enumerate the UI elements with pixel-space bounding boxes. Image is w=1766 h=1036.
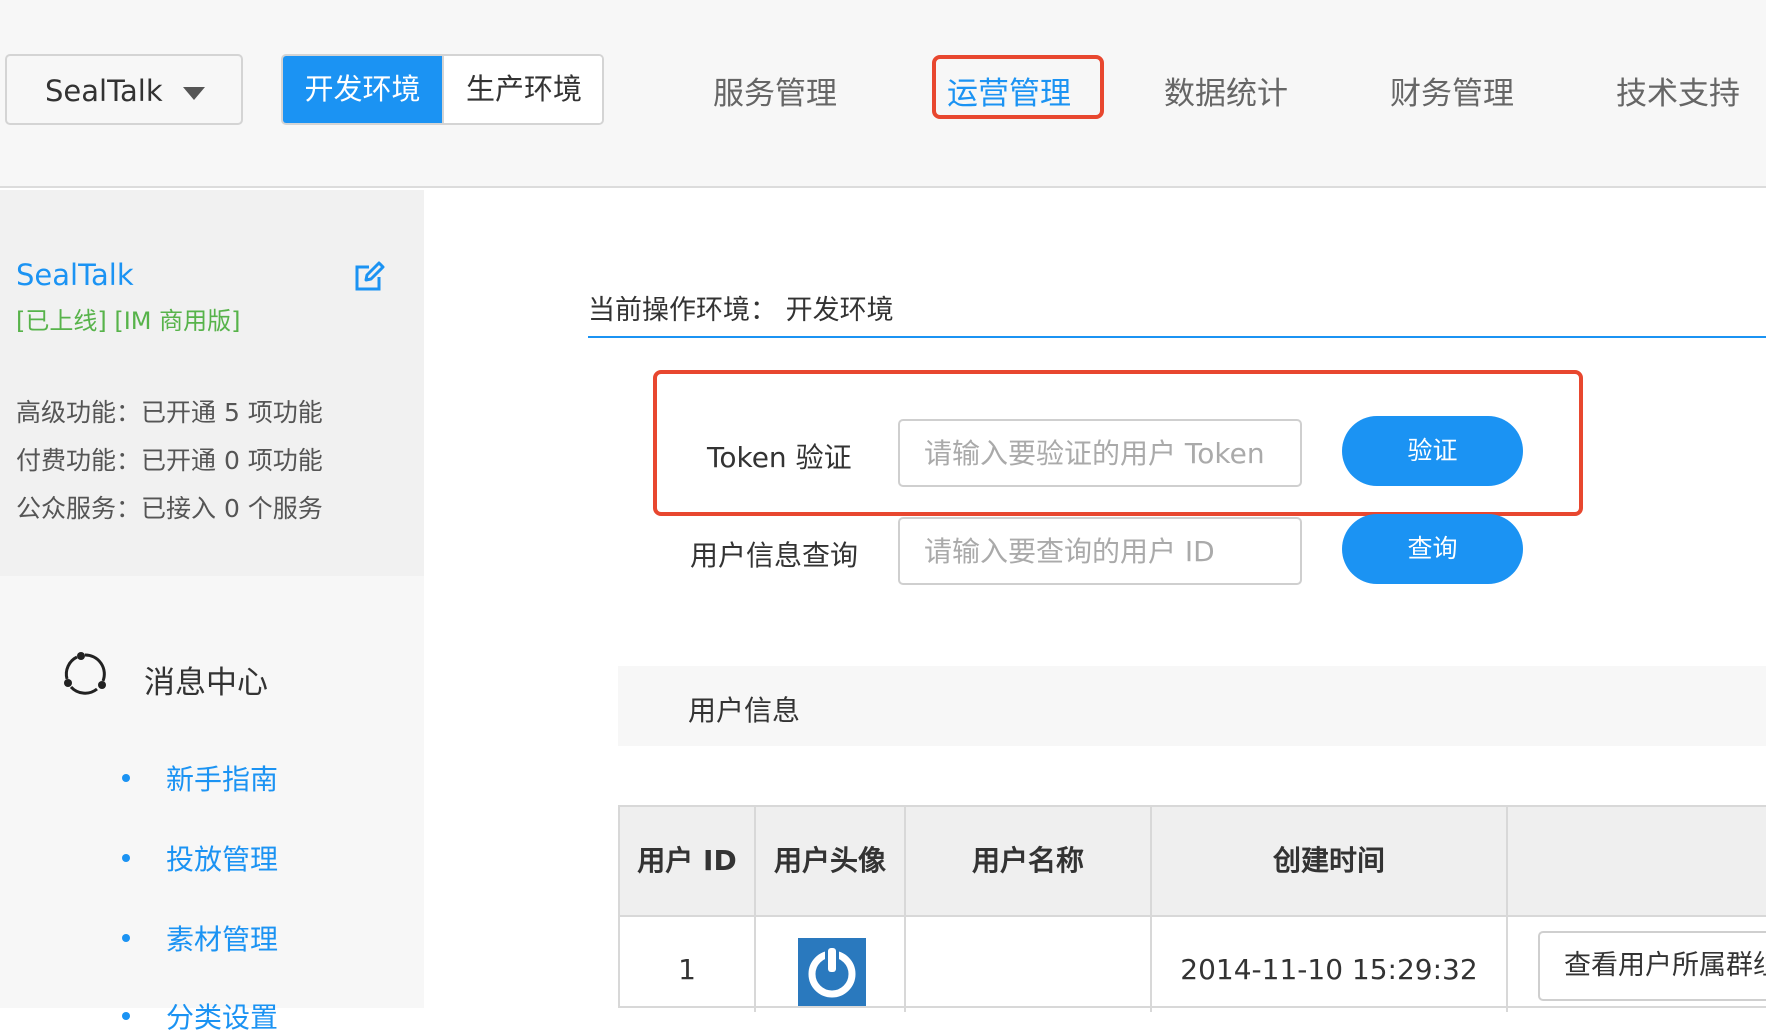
column-header-user-id: 用户 ID	[620, 807, 756, 915]
sidebar-item-category-settings[interactable]: 分类设置	[122, 996, 278, 1036]
feature-advanced: 高级功能：已开通 5 项功能	[16, 398, 323, 427]
view-user-groups-button[interactable]: 查看用户所属群组	[1538, 931, 1766, 1001]
cell-created-time: 2014-11-10 15:29:32	[1152, 917, 1508, 1012]
column-header-created-time: 创建时间	[1152, 807, 1508, 915]
token-input[interactable]	[898, 419, 1302, 487]
env-tab-development[interactable]: 开发环境	[283, 56, 442, 123]
column-header-user-name: 用户名称	[906, 807, 1152, 915]
sidebar-item-label: 新手指南	[166, 763, 279, 796]
nav-data-statistics[interactable]: 数据统计	[1164, 68, 1288, 113]
user-id-input[interactable]	[898, 517, 1302, 585]
chevron-down-icon	[183, 87, 205, 100]
edit-icon[interactable]	[353, 261, 385, 293]
sidebar-item-label: 素材管理	[166, 923, 279, 956]
column-header-avatar: 用户头像	[756, 807, 906, 915]
column-header-actions	[1508, 807, 1766, 915]
sidebar-item-delivery-management[interactable]: 投放管理	[122, 838, 278, 878]
sidebar-app-name[interactable]: SealTalk	[16, 258, 134, 292]
sidebar-item-beginner-guide[interactable]: 新手指南	[122, 758, 278, 798]
current-environment-label: 当前操作环境： 开发环境	[588, 295, 894, 326]
app-status-badge: [已上线] [IM 商用版]	[16, 307, 241, 335]
env-tab-production[interactable]: 生产环境	[442, 56, 602, 123]
sidebar-item-material-management[interactable]: 素材管理	[122, 918, 278, 958]
bullet-icon	[122, 774, 130, 782]
sidebar-section-message-center[interactable]: 消息中心	[144, 657, 268, 702]
app-select-label: SealTalk	[45, 74, 163, 108]
user-table: 用户 ID 用户头像 用户名称 创建时间 1 2014-11-10 15:29:…	[618, 805, 1766, 1012]
bullet-icon	[122, 854, 130, 862]
sidebar-item-label: 投放管理	[166, 843, 279, 876]
app-select-dropdown[interactable]: SealTalk	[5, 54, 243, 125]
bullet-icon	[122, 1012, 130, 1020]
token-verify-label: Token 验证	[707, 441, 852, 474]
verify-button[interactable]: 验证	[1342, 416, 1523, 486]
cell-user-name	[906, 917, 1152, 1012]
feature-paid: 付费功能：已开通 0 项功能	[16, 446, 323, 475]
query-button[interactable]: 查询	[1342, 514, 1523, 584]
cell-user-id: 1	[620, 917, 756, 1012]
section-divider	[588, 336, 1766, 338]
user-info-title: 用户信息	[688, 694, 801, 727]
power-avatar-icon	[798, 938, 866, 1006]
environment-toggle: 开发环境 生产环境	[281, 54, 604, 125]
bullet-icon	[122, 934, 130, 942]
sidebar-item-label: 分类设置	[166, 1001, 279, 1034]
nav-operations-management[interactable]: 运营管理	[947, 68, 1071, 113]
message-center-icon	[64, 652, 106, 695]
feature-public-service: 公众服务：已接入 0 个服务	[16, 494, 323, 523]
user-query-label: 用户信息查询	[690, 539, 859, 572]
nav-finance-management[interactable]: 财务管理	[1390, 68, 1514, 113]
table-header: 用户 ID 用户头像 用户名称 创建时间	[620, 807, 1766, 917]
nav-service-management[interactable]: 服务管理	[713, 68, 837, 113]
nav-tech-support[interactable]: 技术支持	[1616, 68, 1740, 113]
